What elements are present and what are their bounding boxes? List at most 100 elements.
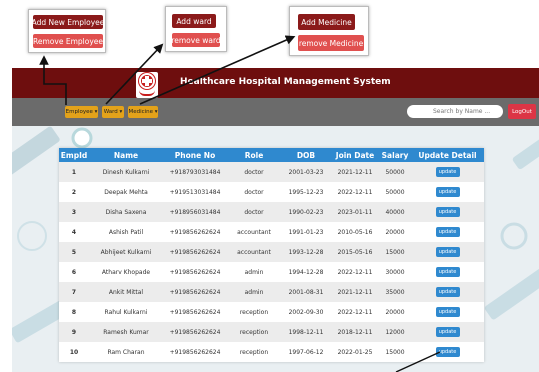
column-header: Salary [381, 150, 409, 160]
table-row: 3 Disha Saxena +918956031484 doctor 1990-02-… [59, 202, 484, 222]
table-cell: Disha Saxena [105, 208, 147, 216]
ward-menu-popup: Add ward remove ward [165, 6, 227, 52]
table-header-row: EmpId Name Phone No Role DOB Join Date Salary U… [59, 148, 484, 162]
table-row: 1 Dinesh Kulkarni +918793031484 doctor 2001-… [59, 162, 484, 182]
update-cell: update [411, 242, 484, 262]
table-cell: 6 [71, 268, 77, 276]
table-cell: 8 [71, 308, 77, 316]
column-header: EmpId [60, 150, 88, 160]
table-cell: +919513031484 [169, 188, 221, 196]
logout-button[interactable]: LogOut [508, 104, 536, 119]
table-cell: +918793031484 [169, 168, 221, 176]
column-header: Phone No [174, 150, 216, 160]
table-cell: +919856262624 [169, 228, 221, 236]
table-cell: 1 [71, 168, 77, 176]
table-cell: 2 [71, 188, 77, 196]
update-button[interactable]: update [435, 247, 460, 257]
table-cell: +919856262624 [169, 248, 221, 256]
table-cell: +919856262624 [169, 288, 221, 296]
table-cell: 2010-05-16 [337, 228, 373, 236]
table-cell: 2001-08-31 [288, 288, 324, 296]
table-cell: admin [244, 268, 264, 276]
table-cell: 2022-12-11 [337, 268, 373, 276]
update-cell: update [411, 202, 484, 222]
add-medicine-button[interactable]: Add Medicine [298, 14, 355, 30]
table-cell: 30000 [385, 268, 405, 276]
table-row: 8 Rahul Kulkarni +919856262624 reception 200… [59, 302, 484, 322]
table-cell: 40000 [385, 208, 405, 216]
table-row: 2 Deepak Mehta +919513031484 doctor 1995-12-… [59, 182, 484, 202]
table-cell: 20000 [385, 308, 405, 316]
table-row: 7 Ankit Mittal +919856262624 admin 2001-08-3… [59, 282, 484, 302]
add-ward-button[interactable]: Add ward [172, 14, 216, 28]
add-new-employee-button[interactable]: Add New Employee [32, 15, 104, 29]
table-cell: +919856262624 [169, 268, 221, 276]
table-cell: 9 [71, 328, 77, 336]
table-cell: 1993-12-28 [288, 248, 324, 256]
table-cell: 1991-01-23 [288, 228, 324, 236]
update-button[interactable]: update [435, 167, 460, 177]
table-cell: admin [244, 288, 264, 296]
table-cell: accountant [237, 228, 271, 236]
table-cell: Abhijeet Kulkarni [100, 248, 152, 256]
table-cell: 2022-01-25 [337, 348, 373, 356]
column-header: Join Date [335, 150, 375, 160]
update-button[interactable]: update [435, 287, 460, 297]
table-cell: 35000 [385, 288, 405, 296]
table-cell: 2015-05-16 [337, 248, 373, 256]
update-cell: update [411, 182, 484, 202]
table-cell: 2002-09-30 [288, 308, 324, 316]
update-button[interactable]: update [435, 187, 460, 197]
table-cell: 2022-12-11 [337, 188, 373, 196]
table-cell: accountant [237, 248, 271, 256]
table-cell: reception [239, 348, 269, 356]
table-cell: Rahul Kulkarni [104, 308, 148, 316]
content-area: EmpId Name Phone No Role DOB Join Date Salary U… [12, 126, 539, 372]
table-cell: 2001-03-23 [288, 168, 324, 176]
screenshot-root: Add New Employee Remove Employee Add war… [0, 0, 539, 372]
medicine-menu-popup: Add Medicine remove Medicine [289, 6, 369, 56]
table-cell: doctor [244, 188, 264, 196]
table-cell: 50000 [385, 168, 405, 176]
search-input[interactable]: Search by Name ... [407, 105, 503, 118]
table-cell: reception [239, 308, 269, 316]
table-cell: 20000 [385, 228, 405, 236]
employee-dropdown-button[interactable]: Employee ▾ [65, 106, 98, 118]
table-row: 10 Ram Charan +919856262624 reception 1997-0… [59, 342, 484, 362]
table-cell: 1990-02-23 [288, 208, 324, 216]
table-row: 6 Atharv Khopade +919856262624 admin 1994-12… [59, 262, 484, 282]
update-button[interactable]: update [435, 267, 460, 277]
table-cell: Ashish Patil [108, 228, 144, 236]
update-button[interactable]: update [435, 327, 460, 337]
table-cell: 50000 [385, 188, 405, 196]
hospital-logo-icon [136, 72, 158, 98]
table-cell: +918956031484 [169, 208, 221, 216]
medicine-dropdown-button[interactable]: Medicine ▾ [128, 106, 158, 118]
navbar: Employee ▾ Ward ▾ Medicine ▾ Search by N… [12, 98, 539, 126]
remove-ward-button[interactable]: remove ward [171, 33, 221, 47]
column-header: DOB [296, 150, 316, 160]
table-row: 4 Ashish Patil +919856262624 accountant 1991… [59, 222, 484, 242]
table-cell: 1995-12-23 [288, 188, 324, 196]
update-cell: update [411, 162, 484, 182]
table-cell: doctor [244, 168, 264, 176]
update-cell: update [411, 342, 484, 362]
remove-employee-button[interactable]: Remove Employee [33, 34, 103, 48]
update-button[interactable]: update [435, 307, 460, 317]
table-row: 5 Abhijeet Kulkarni +919856262624 accountan… [59, 242, 484, 262]
table-cell: 2021-12-11 [337, 288, 373, 296]
table-cell: Ram Charan [107, 348, 145, 356]
table-cell: +919856262624 [169, 348, 221, 356]
table-cell: Dinesh Kulkarni [102, 168, 150, 176]
table-cell: 12000 [385, 328, 405, 336]
update-button[interactable]: update [435, 347, 460, 357]
table-cell: Ankit Mittal [108, 288, 144, 296]
hospital-app: Healthcare Hospital Management System Em… [12, 68, 539, 372]
update-button[interactable]: update [435, 227, 460, 237]
table-row: 9 Ramesh Kumar +919856262624 reception 1998-… [59, 322, 484, 342]
update-button[interactable]: update [435, 207, 460, 217]
ward-dropdown-button[interactable]: Ward ▾ [102, 106, 124, 118]
table-cell: 2023-01-11 [337, 208, 373, 216]
remove-medicine-button[interactable]: remove Medicine [298, 35, 364, 51]
table-cell: Atharv Khopade [101, 268, 151, 276]
